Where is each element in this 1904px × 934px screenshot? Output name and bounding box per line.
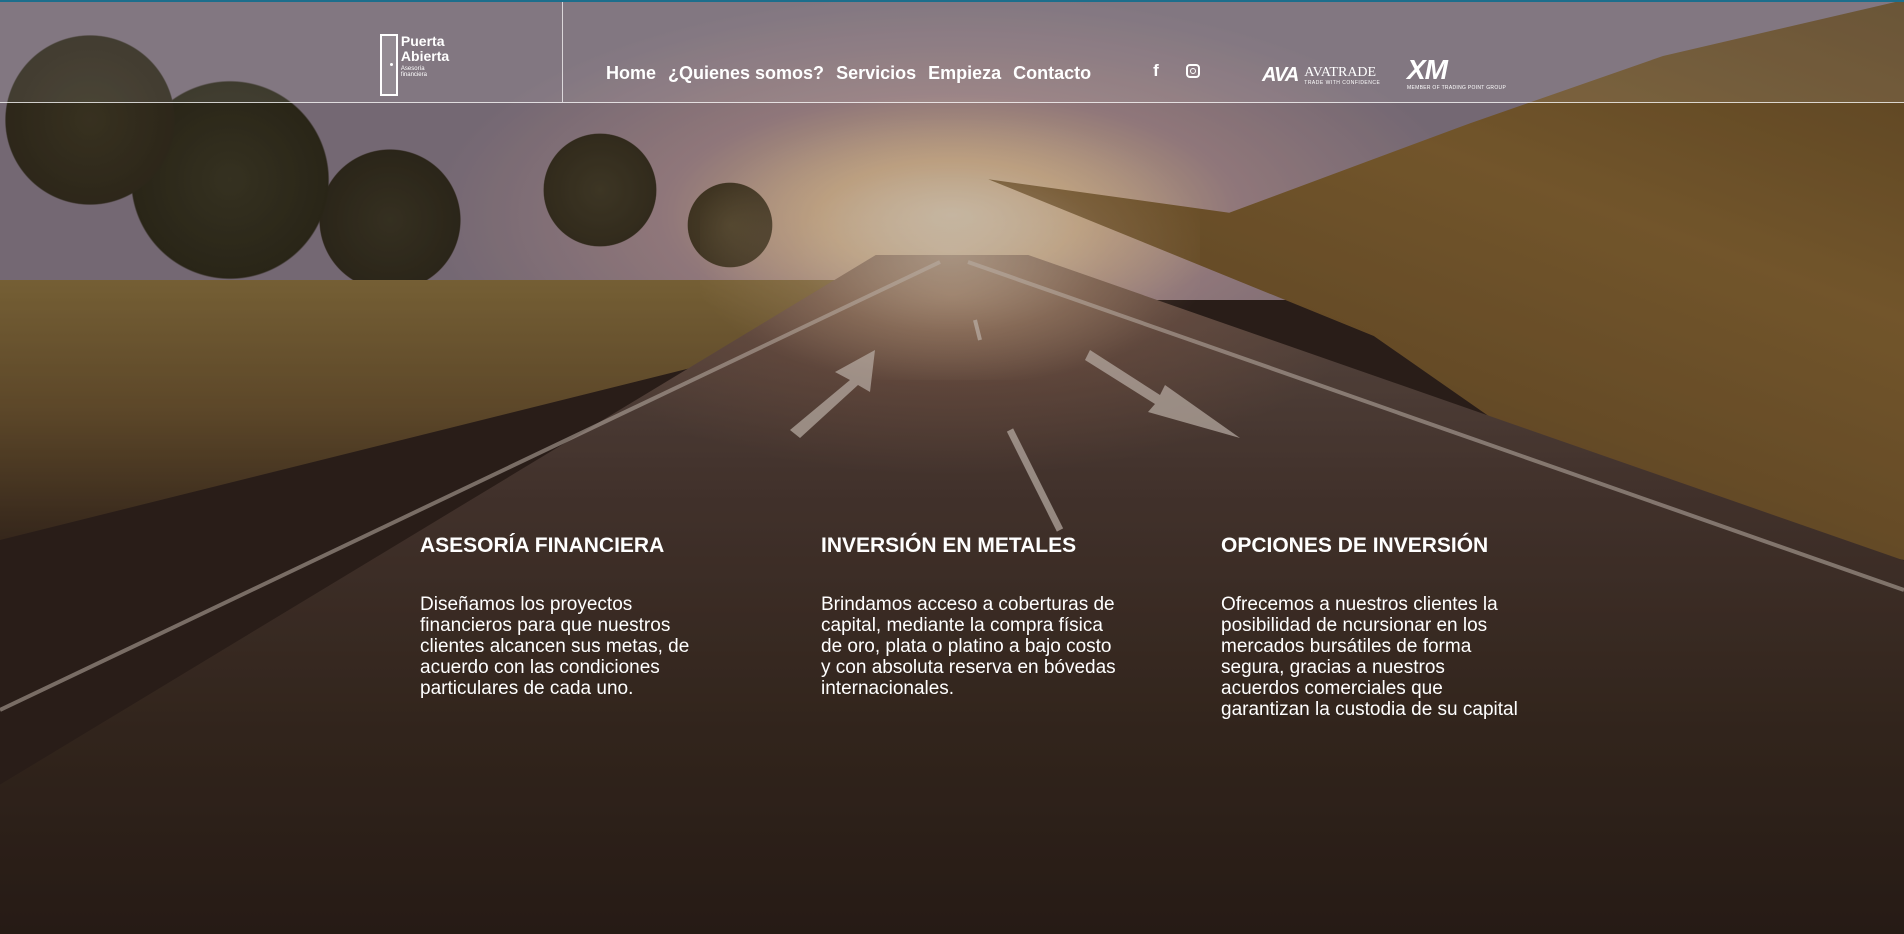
service-title: INVERSIÓN EN METALES (821, 534, 1077, 557)
service-metales: INVERSIÓN EN METALES Brindamos acceso a … (821, 534, 1121, 699)
logo-text: Puerta Abierta Asesoría financiera (401, 34, 452, 78)
nav-servicios[interactable]: Servicios (836, 63, 916, 84)
service-asesoria: ASESORÍA FINANCIERA Diseñamos los proyec… (420, 534, 720, 699)
nav-empieza[interactable]: Empieza (928, 63, 1001, 84)
avatrade-tagline: TRADE WITH CONFIDENCE (1304, 79, 1381, 86)
logo-line-3: Asesoría financiera (400, 66, 427, 78)
service-title: OPCIONES DE INVERSIÓN (1221, 534, 1489, 557)
nav-quienes-somos[interactable]: ¿Quienes somos? (668, 63, 824, 84)
door-icon (380, 34, 398, 96)
logo-line-1: Puerta (400, 33, 445, 49)
avatrade-mark: AVA (1262, 64, 1299, 86)
service-description: Brindamos acceso a coberturas de capital… (821, 594, 1116, 700)
nav-contacto[interactable]: Contacto (1013, 63, 1091, 84)
hero-background (0, 0, 1904, 934)
service-opciones: OPCIONES DE INVERSIÓN Ofrecemos a nuestr… (1221, 534, 1521, 720)
xm-tagline: MEMBER OF TRADING POINT GROUP (1407, 85, 1507, 91)
header-divider (562, 2, 563, 102)
nav-home[interactable]: Home (606, 63, 656, 84)
dark-overlay (0, 0, 1904, 934)
xm-mark: XM (1407, 54, 1448, 85)
avatrade-text: AVATRADE TRADE WITH CONFIDENCE (1304, 64, 1381, 86)
social-links: f (1148, 62, 1200, 79)
service-description: Diseñamos los proyectos financieros para… (420, 594, 690, 700)
facebook-icon[interactable]: f (1148, 62, 1164, 79)
site-header (0, 2, 1904, 103)
main-nav: Home ¿Quienes somos? Servicios Empieza C… (606, 63, 1091, 84)
page: Puerta Abierta Asesoría financiera Home … (0, 0, 1904, 934)
service-description: Ofrecemos a nuestros clientes la posibil… (1221, 594, 1518, 721)
brand-logo[interactable]: Puerta Abierta Asesoría financiera (380, 34, 452, 98)
service-title: ASESORÍA FINANCIERA (420, 534, 665, 557)
avatrade-logo[interactable]: AVA AVATRADE TRADE WITH CONFIDENCE (1262, 64, 1380, 87)
xm-logo[interactable]: XM MEMBER OF TRADING POINT GROUP (1407, 56, 1506, 91)
instagram-icon[interactable] (1186, 63, 1200, 78)
logo-line-2: Abierta (400, 48, 450, 64)
avatrade-name: AVATRADE (1304, 64, 1377, 80)
